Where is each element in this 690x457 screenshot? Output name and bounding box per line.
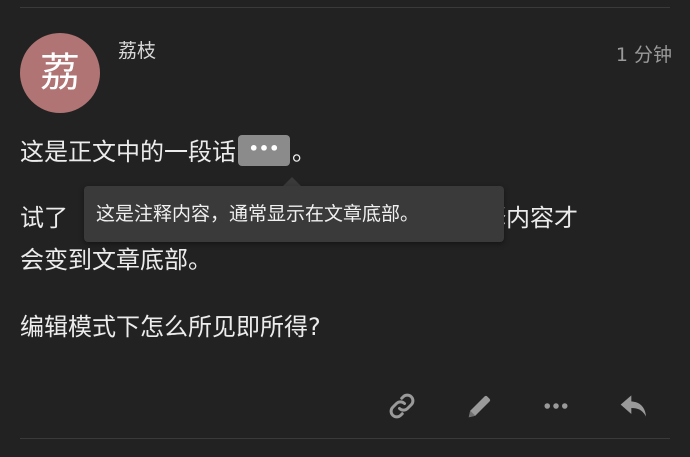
paragraph-2-start: 试了 — [20, 204, 68, 232]
ellipsis-icon — [541, 391, 571, 421]
reply-button[interactable] — [616, 388, 652, 424]
tooltip-text: 这是注释内容，通常显示在文章底部。 — [96, 203, 420, 225]
post-paragraph-3: 编辑模式下怎么所见即所得? — [20, 313, 321, 341]
bottom-divider — [20, 438, 670, 439]
avatar-initial: 荔 — [40, 50, 80, 96]
link-icon — [387, 391, 417, 421]
edit-button[interactable] — [462, 388, 498, 424]
copy-link-button[interactable] — [384, 388, 420, 424]
author-name[interactable]: 荔枝 — [118, 36, 156, 63]
top-divider — [20, 7, 670, 8]
post-paragraph-1: 这是正文中的一段话 •••。 — [20, 131, 670, 173]
post-time[interactable]: 1 分钟 — [616, 40, 672, 67]
paragraph-1-tail: 。 — [292, 138, 316, 166]
avatar[interactable]: 荔 — [20, 33, 100, 113]
more-actions-button[interactable] — [538, 388, 574, 424]
reply-icon — [618, 390, 650, 422]
footnote-button[interactable]: ••• — [238, 134, 290, 166]
paragraph-1-text: 这是正文中的一段话 — [20, 138, 236, 166]
paragraph-2-line-2: 会变到文章底部。 — [20, 246, 212, 274]
footnote-tooltip: 这是注释内容，通常显示在文章底部。 — [84, 186, 504, 242]
pencil-icon — [465, 391, 495, 421]
